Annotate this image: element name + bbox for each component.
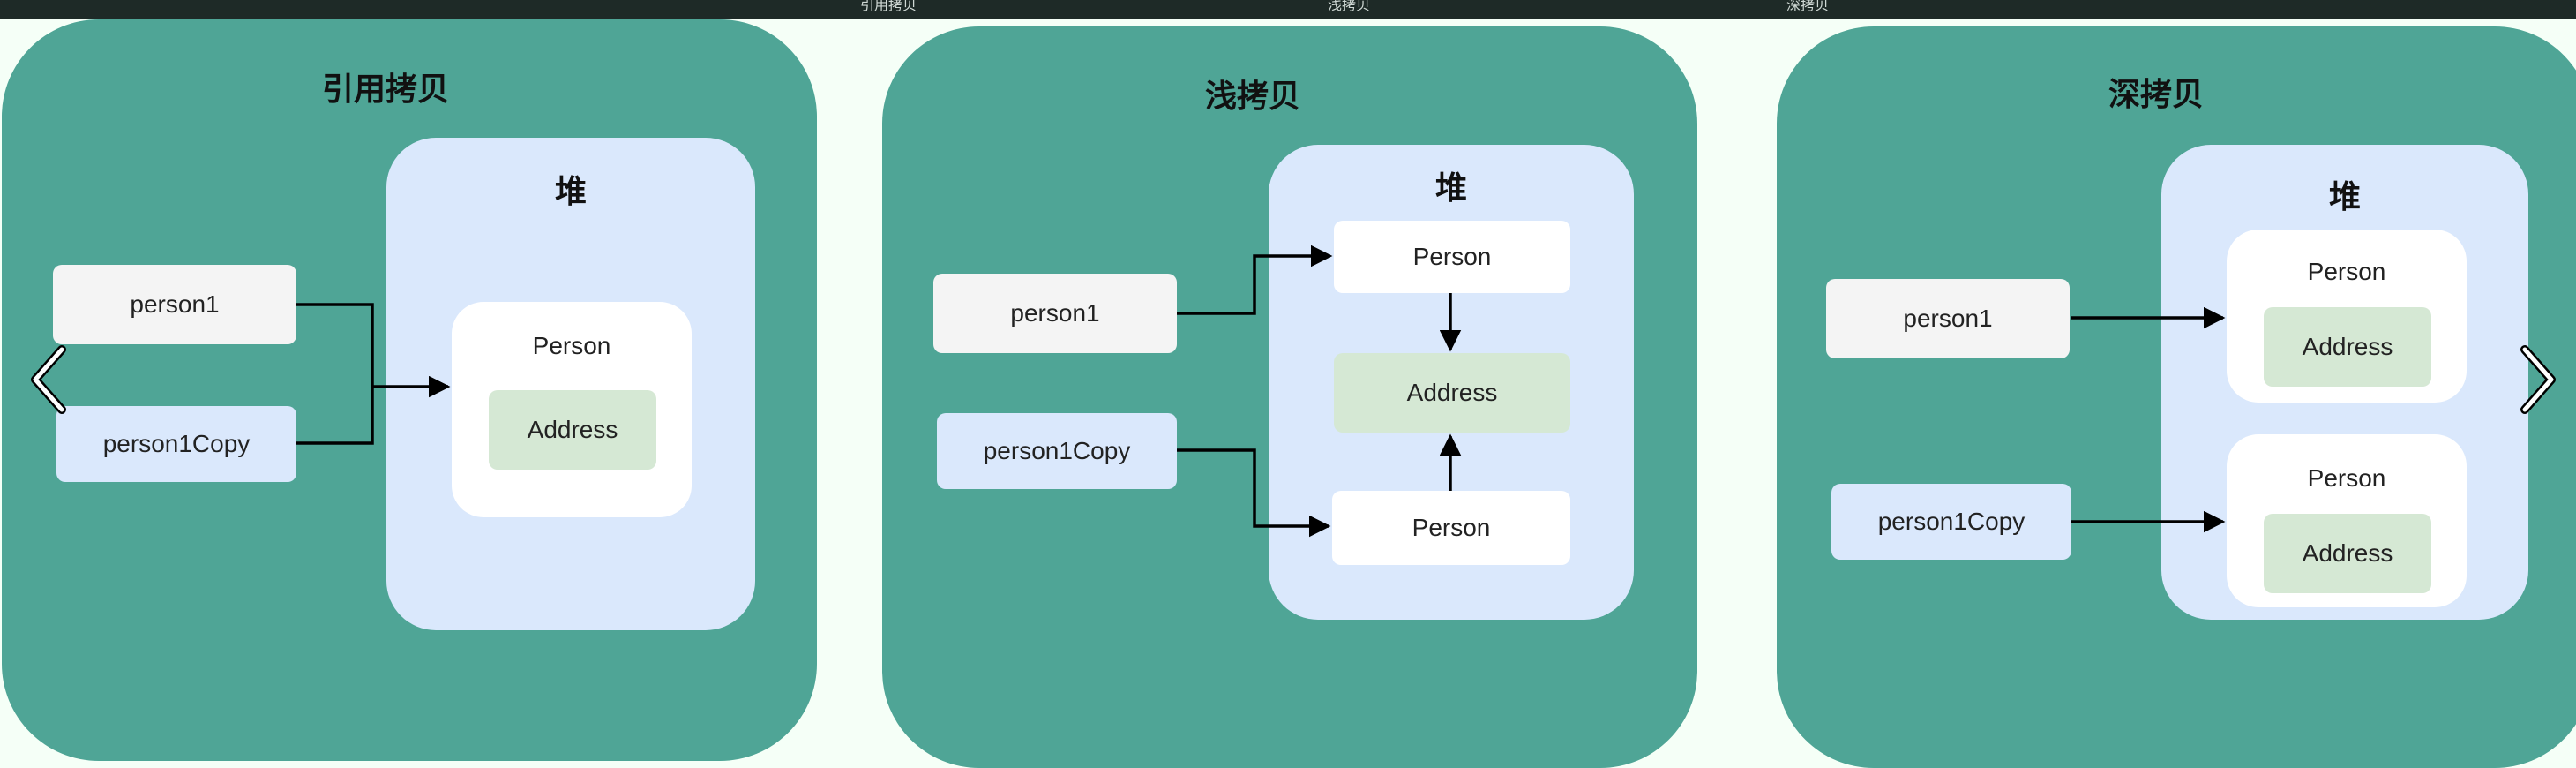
heap-area: 堆 Person Address Person Address (2161, 145, 2528, 620)
panel-reference-copy: 引用拷贝 堆 Person Address person1 person1Cop… (2, 19, 817, 761)
heap-area: 堆 Person Address (386, 138, 755, 630)
var-person1: person1 (53, 265, 296, 344)
panel-deep-copy: 深拷贝 堆 Person Address Person Address pers… (1777, 26, 2576, 768)
person-label: Person (2307, 258, 2386, 285)
address-box: Address (1334, 353, 1570, 433)
var-person1copy: person1Copy (937, 413, 1177, 489)
var-person1copy: person1Copy (56, 406, 296, 482)
top-tab-strip: 引用拷贝 浅拷贝 深拷贝 (0, 0, 2576, 19)
panel-title: 引用拷贝 (321, 72, 449, 108)
address-box-1: Address (2264, 307, 2431, 387)
heap-area: 堆 Person Address Person (1269, 145, 1634, 620)
tab-reference-copy[interactable]: 引用拷贝 (860, 0, 917, 14)
panel-title: 浅拷贝 (1204, 79, 1300, 115)
tab-shallow-copy[interactable]: 浅拷贝 (1328, 0, 1370, 14)
person-label: Person (2307, 464, 2386, 492)
var-person1copy: person1Copy (1831, 484, 2071, 560)
panel-shallow-copy: 浅拷贝 堆 Person Address Person person1 pers… (882, 26, 1697, 768)
person-object-bottom: Person (1332, 491, 1570, 565)
heap-title: 堆 (554, 174, 587, 210)
address-box-2: Address (2264, 514, 2431, 593)
var-person1: person1 (1826, 279, 2070, 358)
person-object-1: Person Address (2227, 230, 2467, 403)
person-object: Person Address (452, 302, 692, 517)
person-object-top: Person (1334, 221, 1570, 293)
var-person1: person1 (933, 274, 1177, 353)
address-box: Address (489, 390, 656, 470)
chevron-right-icon[interactable] (2516, 344, 2560, 415)
heap-title: 堆 (2328, 179, 2361, 215)
heap-title: 堆 (1434, 170, 1467, 207)
person-object-2: Person Address (2227, 434, 2467, 607)
person-label: Person (532, 332, 611, 359)
chevron-left-icon[interactable] (26, 344, 71, 415)
tab-deep-copy[interactable]: 深拷贝 (1786, 0, 1829, 14)
panel-title: 深拷贝 (2108, 77, 2204, 113)
